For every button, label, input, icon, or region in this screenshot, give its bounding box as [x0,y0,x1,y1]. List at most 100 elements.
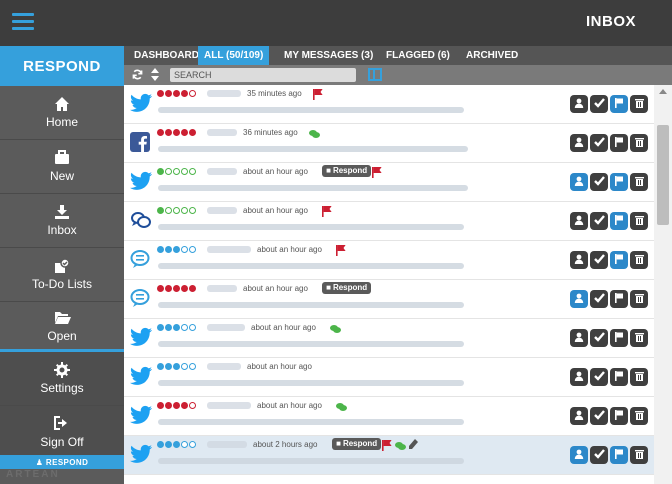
facebook-icon[interactable] [130,132,152,154]
list-item[interactable]: about an hour ago [124,241,654,280]
assign-button[interactable] [570,368,588,386]
row-actions [568,95,648,113]
sidebar-item-open[interactable]: Open [0,302,124,354]
respond-badge[interactable]: ■ Respond [322,282,372,294]
sidebar-item-label: Inbox [47,223,77,237]
list-item[interactable]: about an hour ago [124,202,654,241]
timestamp: about 2 hours ago [253,440,318,449]
person-icon [574,329,584,347]
sidebar-item-new[interactable]: New [0,140,124,194]
resolve-button[interactable] [590,329,608,347]
flag-button[interactable] [610,329,628,347]
home-icon [54,96,70,112]
delete-button[interactable] [630,212,648,230]
assign-button[interactable] [570,329,588,347]
refresh-icon[interactable] [131,68,144,84]
list-item[interactable]: about 2 hours ago ■ Respond [124,436,654,475]
resolve-button[interactable] [590,290,608,308]
twitter-icon[interactable] [130,327,152,349]
tab-dashboard[interactable]: DASHBOARD [128,46,205,65]
assign-button[interactable] [570,95,588,113]
flag-button[interactable] [610,134,628,152]
sidebar-item-settings[interactable]: Settings [0,352,124,406]
respond-badge[interactable]: ■ Respond [322,165,372,177]
resolve-button[interactable] [590,251,608,269]
twitter-icon[interactable] [130,93,152,115]
brand-logo[interactable]: RESPOND [0,46,124,86]
scrollbar-thumb[interactable] [657,125,669,225]
flag-button[interactable] [610,407,628,425]
resolve-button[interactable] [590,134,608,152]
flag-button[interactable] [610,173,628,191]
trash-icon [634,95,644,113]
twitter-icon[interactable] [130,171,152,193]
person-icon [574,95,584,113]
flag-button[interactable] [610,95,628,113]
twitter-icon[interactable] [130,444,152,466]
sender-name [207,441,247,448]
tab-my-messages[interactable]: MY MESSAGES (3) [278,46,379,65]
assign-button[interactable] [570,173,588,191]
sidebar-item-home[interactable]: Home [0,86,124,140]
rating-dot [165,285,172,292]
list-item[interactable]: 36 minutes ago [124,124,654,163]
delete-button[interactable] [630,290,648,308]
tab-archived[interactable]: ARCHIVED [460,46,524,65]
delete-button[interactable] [630,446,648,464]
folder-open-icon [54,310,71,326]
resolve-button[interactable] [590,368,608,386]
delete-button[interactable] [630,134,648,152]
list-item[interactable]: about an hour ago [124,358,654,397]
respond-badge[interactable]: ■ Respond [332,438,382,450]
sidebar-item-to-do-lists[interactable]: To-Do Lists [0,248,124,302]
flag-button[interactable] [610,251,628,269]
assign-button[interactable] [570,407,588,425]
rating-dot [157,129,164,136]
delete-button[interactable] [630,407,648,425]
tab-flagged[interactable]: FLAGGED (6) [380,46,456,65]
scrollbar[interactable] [654,85,672,484]
resolve-button[interactable] [590,446,608,464]
twitter-icon[interactable] [130,366,152,388]
delete-button[interactable] [630,173,648,191]
speech-icon[interactable] [130,249,152,271]
assign-button[interactable] [570,251,588,269]
resolve-button[interactable] [590,173,608,191]
rating-dot [181,324,188,331]
chat-icon[interactable] [130,210,152,232]
assign-button[interactable] [570,212,588,230]
resolve-button[interactable] [590,212,608,230]
list-item[interactable]: about an hour ago ■ Respond [124,280,654,319]
assign-button[interactable] [570,290,588,308]
resolve-button[interactable] [590,407,608,425]
scroll-up-icon[interactable] [659,89,667,94]
sidebar-item-inbox[interactable]: Inbox [0,194,124,248]
flag-button[interactable] [610,446,628,464]
list-item[interactable]: about an hour ago [124,397,654,436]
flag-button[interactable] [610,368,628,386]
flag-button[interactable] [610,212,628,230]
row-actions [568,173,648,191]
rating-dot [189,129,196,136]
speech-icon[interactable] [130,288,152,310]
delete-button[interactable] [630,251,648,269]
assign-button[interactable] [570,134,588,152]
list-item[interactable]: about an hour ago [124,319,654,358]
delete-button[interactable] [630,368,648,386]
search-input[interactable] [170,68,356,82]
twitter-icon[interactable] [130,405,152,427]
list-item[interactable]: 35 minutes ago [124,85,654,124]
delete-button[interactable] [630,329,648,347]
tab-all[interactable]: ALL (50/109) [198,46,270,65]
assign-button[interactable] [570,446,588,464]
check-icon [593,368,605,386]
rating-dot [173,363,180,370]
delete-button[interactable] [630,95,648,113]
sidebar-item-sign-off[interactable]: Sign Off [0,406,124,460]
list-item[interactable]: about an hour ago ■ Respond [124,163,654,202]
sort-icon[interactable] [151,68,159,84]
resolve-button[interactable] [590,95,608,113]
hamburger-menu-icon[interactable] [12,13,34,31]
columns-icon[interactable] [368,68,382,81]
flag-button[interactable] [610,290,628,308]
